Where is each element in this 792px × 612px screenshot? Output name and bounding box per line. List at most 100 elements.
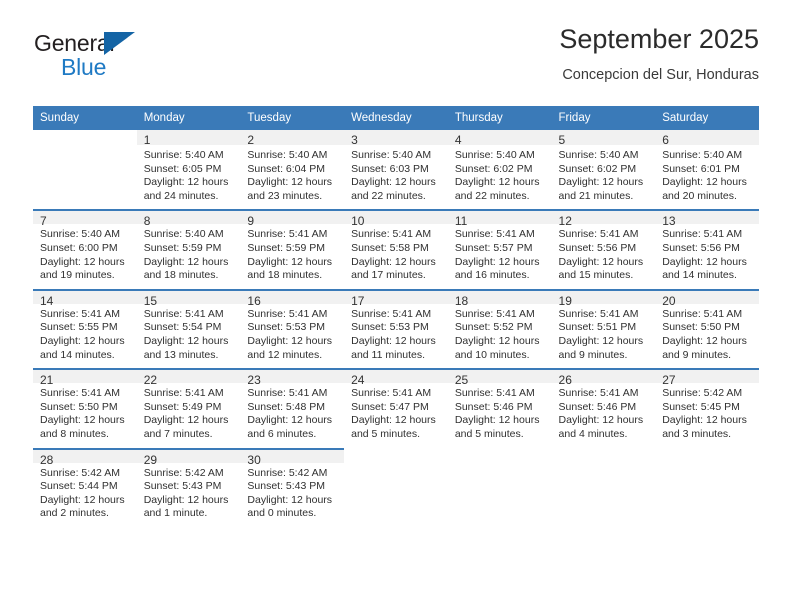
day-number: 16 xyxy=(240,288,345,308)
sunrise-text: Sunrise: 5:41 AM xyxy=(662,228,743,241)
daylight-text-line1: Daylight: 12 hours xyxy=(454,255,540,268)
day-number: 5 xyxy=(551,130,656,147)
sunrise-text: Sunrise: 5:40 AM xyxy=(247,149,328,161)
calendar-day-cell[interactable]: 1 Sunrise: 5:40 AM Sunset: 6:05 PM Daylight… xyxy=(136,130,241,210)
daylight-text-line1: Daylight: 12 hours xyxy=(143,414,229,427)
calendar-day-cell[interactable]: 22 Sunrise: 5:41 AM Sunset: 5:49 PM Dayligh… xyxy=(136,368,241,448)
weekday-header-friday: Friday xyxy=(551,106,656,130)
calendar-day-cell[interactable]: 20 Sunrise: 5:41 AM Sunset: 5:50 PM Dayligh… xyxy=(655,288,759,369)
day-number: 11 xyxy=(447,209,552,228)
daylight-text-line2: and 4 minutes. xyxy=(558,427,628,440)
sunrise-text: Sunrise: 5:41 AM xyxy=(143,387,224,400)
calendar-week-row: 7 Sunrise: 5:40 AM Sunset: 6:00 PM Daylight… xyxy=(33,209,759,289)
daylight-text-line2: and 17 minutes. xyxy=(351,269,426,282)
daylight-text-line2: and 14 minutes. xyxy=(40,348,115,361)
sunrise-text: Sunrise: 5:41 AM xyxy=(454,387,535,400)
day-details: Sunrise: 5:41 AM Sunset: 5:53 PM Daylight:… xyxy=(344,303,448,369)
calendar-day-cell[interactable]: 9 Sunrise: 5:41 AM Sunset: 5:59 PM Daylight… xyxy=(240,209,345,289)
daylight-text-line2: and 7 minutes. xyxy=(143,427,213,440)
daylight-text-line1: Daylight: 12 hours xyxy=(351,334,436,347)
general-blue-logo[interactable]: General Blue xyxy=(33,30,243,88)
daylight-text-line1: Daylight: 12 hours xyxy=(662,176,747,189)
day-number: 17 xyxy=(344,288,448,308)
sunrise-text: Sunrise: 5:41 AM xyxy=(558,307,639,320)
calendar-body: 1 Sunrise: 5:40 AM Sunset: 6:05 PM Daylight… xyxy=(33,130,759,527)
sunset-text: Sunset: 6:00 PM xyxy=(40,241,118,254)
sunrise-text: Sunrise: 5:42 AM xyxy=(247,466,328,479)
sunset-text: Sunset: 5:59 PM xyxy=(247,241,326,254)
calendar-day-cell[interactable]: 29 Sunrise: 5:42 AM Sunset: 5:43 PM Dayligh… xyxy=(136,447,241,527)
day-details: Sunrise: 5:42 AM Sunset: 5:43 PM Daylight:… xyxy=(136,462,241,527)
daylight-text-line2: and 23 minutes. xyxy=(247,189,323,202)
calendar-day-cell[interactable]: 13 Sunrise: 5:41 AM Sunset: 5:56 PM Dayligh… xyxy=(655,209,759,289)
calendar-day-cell[interactable]: 3 Sunrise: 5:40 AM Sunset: 6:03 PM Daylight… xyxy=(344,130,448,210)
daylight-text-line1: Daylight: 12 hours xyxy=(662,334,747,347)
sunset-text: Sunset: 5:56 PM xyxy=(662,241,740,254)
sunrise-text: Sunrise: 5:41 AM xyxy=(558,387,639,400)
calendar-day-cell[interactable]: 6 Sunrise: 5:40 AM Sunset: 6:01 PM Daylight… xyxy=(655,130,759,210)
sunset-text: Sunset: 5:46 PM xyxy=(558,400,637,413)
day-number: 27 xyxy=(655,368,759,387)
calendar-day-cell[interactable]: 24 Sunrise: 5:41 AM Sunset: 5:47 PM Dayligh… xyxy=(344,368,448,448)
title-block: September 2025 Concepcion del Sur, Hondu… xyxy=(559,22,759,85)
day-details: Sunrise: 5:41 AM Sunset: 5:50 PM Daylight:… xyxy=(655,303,759,369)
calendar-page: General Blue September 2025 Concepcion d… xyxy=(0,0,792,612)
daylight-text-line2: and 9 minutes. xyxy=(558,348,628,361)
day-number: 20 xyxy=(655,288,759,308)
calendar-day-cell[interactable]: 19 Sunrise: 5:41 AM Sunset: 5:51 PM Dayligh… xyxy=(551,288,656,369)
day-number: 1 xyxy=(136,130,241,147)
daylight-text-line1: Daylight: 12 hours xyxy=(454,414,540,427)
day-number: 6 xyxy=(655,130,759,147)
calendar-day-cell[interactable]: 23 Sunrise: 5:41 AM Sunset: 5:48 PM Dayligh… xyxy=(240,368,345,448)
day-number xyxy=(344,447,448,463)
calendar-day-cell[interactable]: 2 Sunrise: 5:40 AM Sunset: 6:04 PM Daylight… xyxy=(240,130,345,210)
sunrise-text: Sunrise: 5:41 AM xyxy=(558,228,639,241)
daylight-text-line1: Daylight: 12 hours xyxy=(558,255,644,268)
sunrise-text: Sunrise: 5:41 AM xyxy=(40,307,120,320)
daylight-text-line2: and 8 minutes. xyxy=(40,427,109,440)
page-title: September 2025 xyxy=(559,24,759,54)
daylight-text-line1: Daylight: 12 hours xyxy=(351,255,436,268)
daylight-text-line2: and 15 minutes. xyxy=(558,269,634,282)
calendar-day-cell[interactable]: 21 Sunrise: 5:41 AM Sunset: 5:50 PM Dayligh… xyxy=(33,368,137,448)
calendar-week-row: 21 Sunrise: 5:41 AM Sunset: 5:50 PM Dayligh… xyxy=(33,368,759,448)
calendar-day-cell[interactable]: 14 Sunrise: 5:41 AM Sunset: 5:55 PM Dayligh… xyxy=(33,288,137,369)
sunset-text: Sunset: 6:02 PM xyxy=(454,162,533,175)
logo-triangle-icon xyxy=(104,32,135,55)
sunrise-text: Sunrise: 5:41 AM xyxy=(40,387,120,400)
calendar-day-cell[interactable]: 11 Sunrise: 5:41 AM Sunset: 5:57 PM Dayligh… xyxy=(447,209,552,289)
day-number xyxy=(447,447,552,463)
calendar-day-cell[interactable]: 10 Sunrise: 5:41 AM Sunset: 5:58 PM Dayligh… xyxy=(344,209,448,289)
calendar-day-cell[interactable]: 5 Sunrise: 5:40 AM Sunset: 6:02 PM Daylight… xyxy=(551,130,656,210)
calendar-day-cell[interactable]: 12 Sunrise: 5:41 AM Sunset: 5:56 PM Dayligh… xyxy=(551,209,656,289)
sunrise-text: Sunrise: 5:41 AM xyxy=(351,228,432,241)
sunrise-text: Sunrise: 5:41 AM xyxy=(454,307,535,320)
day-details: Sunrise: 5:41 AM Sunset: 5:54 PM Daylight:… xyxy=(136,303,241,369)
calendar-day-cell[interactable]: 26 Sunrise: 5:41 AM Sunset: 5:46 PM Dayligh… xyxy=(551,368,656,448)
calendar-day-cell[interactable]: 18 Sunrise: 5:41 AM Sunset: 5:52 PM Dayligh… xyxy=(447,288,552,369)
daylight-text-line1: Daylight: 12 hours xyxy=(143,493,229,506)
day-number: 7 xyxy=(33,209,137,228)
calendar-day-cell[interactable]: 4 Sunrise: 5:40 AM Sunset: 6:02 PM Daylight… xyxy=(447,130,552,210)
sunset-text: Sunset: 5:53 PM xyxy=(351,321,429,334)
sunset-text: Sunset: 5:44 PM xyxy=(40,480,118,493)
calendar-day-cell[interactable]: 30 Sunrise: 5:42 AM Sunset: 5:43 PM Dayligh… xyxy=(240,447,345,527)
calendar-day-cell[interactable]: 8 Sunrise: 5:40 AM Sunset: 5:59 PM Daylight… xyxy=(136,209,241,289)
calendar-day-cell-empty xyxy=(344,447,448,527)
calendar-day-cell[interactable]: 17 Sunrise: 5:41 AM Sunset: 5:53 PM Dayligh… xyxy=(344,288,448,369)
calendar-day-cell[interactable]: 28 Sunrise: 5:42 AM Sunset: 5:44 PM Dayligh… xyxy=(33,447,137,527)
calendar-day-cell[interactable]: 16 Sunrise: 5:41 AM Sunset: 5:53 PM Dayligh… xyxy=(240,288,345,369)
calendar-day-cell[interactable]: 7 Sunrise: 5:40 AM Sunset: 6:00 PM Daylight… xyxy=(33,209,137,289)
daylight-text-line1: Daylight: 12 hours xyxy=(247,176,333,189)
sunset-text: Sunset: 5:45 PM xyxy=(662,400,740,413)
calendar-day-cell[interactable]: 25 Sunrise: 5:41 AM Sunset: 5:46 PM Dayligh… xyxy=(447,368,552,448)
calendar-day-cell[interactable]: 15 Sunrise: 5:41 AM Sunset: 5:54 PM Dayligh… xyxy=(136,288,241,369)
day-details: Sunrise: 5:41 AM Sunset: 5:56 PM Daylight:… xyxy=(655,224,759,289)
daylight-text-line1: Daylight: 12 hours xyxy=(662,255,747,268)
sunrise-text: Sunrise: 5:41 AM xyxy=(351,387,432,400)
day-number xyxy=(33,130,137,145)
page-subtitle: Concepcion del Sur, Honduras xyxy=(562,67,759,83)
daylight-text-line1: Daylight: 12 hours xyxy=(40,334,125,347)
calendar-day-cell[interactable]: 27 Sunrise: 5:42 AM Sunset: 5:45 PM Dayligh… xyxy=(655,368,759,448)
sunrise-text: Sunrise: 5:41 AM xyxy=(247,228,328,241)
